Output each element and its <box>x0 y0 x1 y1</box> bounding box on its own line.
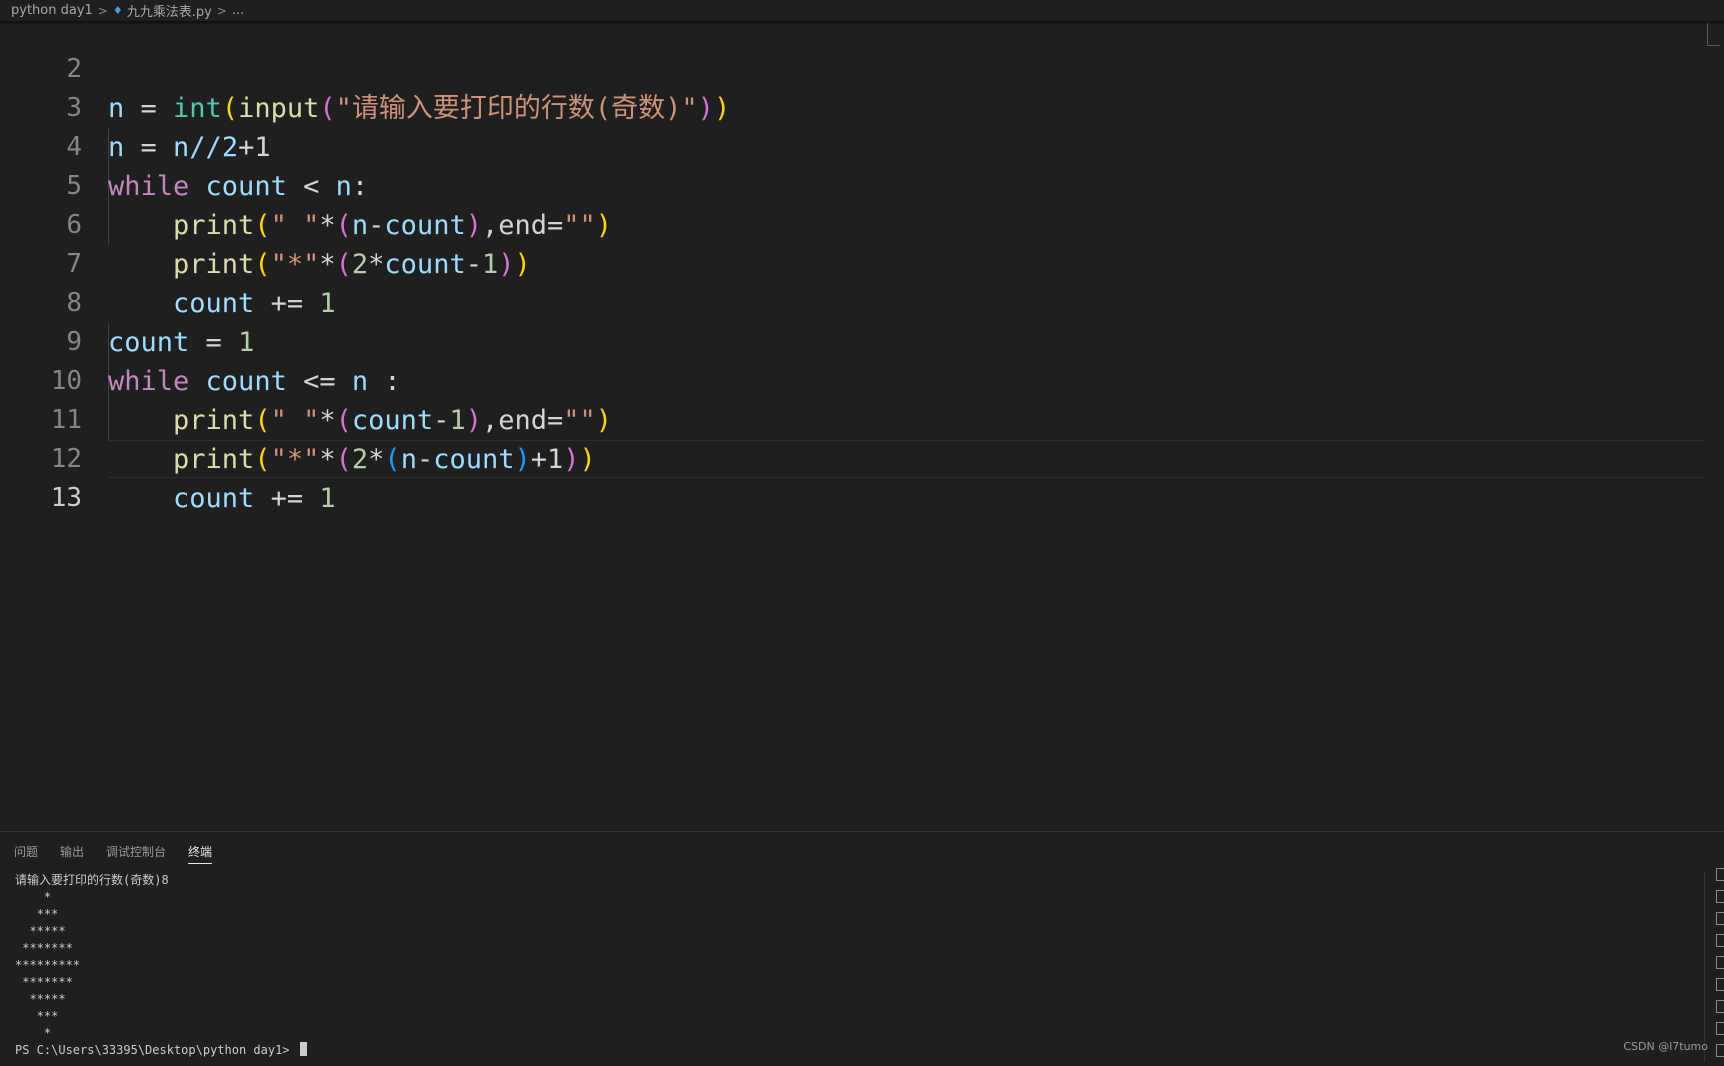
terminal-icon[interactable] <box>1716 912 1724 925</box>
code-line[interactable]: 12 count += 1 <box>0 401 1704 514</box>
terminal-output[interactable]: 请输入要打印的行数(奇数)8 * *** ***** ******* ******… <box>15 872 1695 1059</box>
code-line[interactable]: 8 count = 1 <box>0 245 1704 358</box>
code-line[interactable]: 11 print("*"*(2*(n-count)+1)) <box>0 362 1704 475</box>
code-line[interactable]: 6 print("*"*(2*count-1)) <box>0 167 1704 280</box>
terminal-prompt-line[interactable]: PS C:\Users\33395\Desktop\python day1> <box>15 1042 1695 1059</box>
terminal-prompt: PS C:\Users\33395\Desktop\python day1> <box>15 1043 297 1057</box>
terminal-line: * <box>15 1026 52 1040</box>
chevron-right-icon: > <box>216 3 227 18</box>
panel-divider <box>1704 872 1705 1062</box>
code-line[interactable]: 7 count += 1 <box>0 206 1704 319</box>
scroll-shadow <box>0 21 1724 25</box>
terminal-list <box>1716 868 1724 1066</box>
code-line[interactable]: 10 print(" "*(count-1),end="") <box>0 323 1704 436</box>
code-line[interactable]: 13 <box>0 440 1704 513</box>
code-line[interactable]: 5 print(" "*(n-count),end="") <box>0 128 1704 241</box>
terminal-icon[interactable] <box>1716 956 1724 969</box>
code-line[interactable]: 9 while count <= n : <box>0 284 1704 397</box>
python-file-icon: ♦ <box>112 4 123 17</box>
code-line[interactable]: 3 n = n//2+1 <box>0 50 1704 163</box>
terminal-icon[interactable] <box>1716 868 1724 881</box>
tab-terminal[interactable]: 终端 <box>188 843 213 864</box>
terminal-line: *** <box>15 1009 59 1023</box>
terminal-line: 请输入要打印的行数(奇数)8 <box>15 873 169 887</box>
terminal-line: ******* <box>15 941 73 955</box>
terminal-line: ******* <box>15 975 73 989</box>
terminal-line: * <box>15 890 52 904</box>
terminal-icon[interactable] <box>1716 1000 1724 1013</box>
panel-tabs: 问题 输出 调试控制台 终端 <box>14 843 234 864</box>
code-line[interactable]: 4 while count < n: <box>0 89 1704 202</box>
tab-problems[interactable]: 问题 <box>14 843 38 864</box>
breadcrumb-more[interactable]: ... <box>232 3 244 18</box>
tab-debug-console[interactable]: 调试控制台 <box>106 843 166 864</box>
terminal-line: ********* <box>15 958 81 972</box>
terminal-icon[interactable] <box>1716 978 1724 991</box>
chevron-right-icon: > <box>97 3 108 18</box>
terminal-line: ***** <box>15 924 66 938</box>
breadcrumb-folder[interactable]: python day1 <box>11 3 93 18</box>
terminal-line: ***** <box>15 992 66 1006</box>
terminal-icon[interactable] <box>1716 1044 1724 1057</box>
code-editor[interactable]: 2 n = int(input("请输入要打印的行数(奇数)")) 3 n = … <box>0 0 1724 830</box>
breadcrumb: python day1 > ♦ 九九乘法表.py > ... <box>0 0 1724 21</box>
terminal-icon[interactable] <box>1716 934 1724 947</box>
bottom-panel: 问题 输出 调试控制台 终端 请输入要打印的行数(奇数)8 * *** ****… <box>0 831 1724 1062</box>
terminal-icon[interactable] <box>1716 1022 1724 1035</box>
watermark: CSDN @l7tumo <box>1623 1040 1708 1053</box>
breadcrumb-file[interactable]: 九九乘法表.py <box>127 1 212 20</box>
line-number: 13 <box>50 483 82 513</box>
terminal-line: *** <box>15 907 59 921</box>
terminal-icon[interactable] <box>1716 890 1724 903</box>
tab-output[interactable]: 输出 <box>60 843 84 864</box>
terminal-cursor <box>299 1042 307 1056</box>
